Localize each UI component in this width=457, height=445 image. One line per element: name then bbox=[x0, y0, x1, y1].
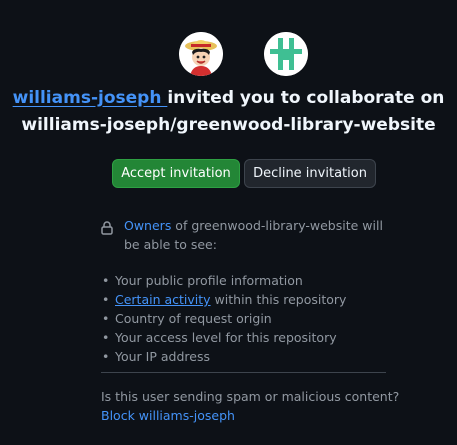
visibility-intro: Owners of greenwood-library-website will… bbox=[101, 216, 391, 254]
avatar-row bbox=[0, 32, 457, 78]
invitation-headline: williams-joseph invited you to collabora… bbox=[0, 85, 457, 139]
certain-activity-link[interactable]: Certain activity bbox=[115, 292, 211, 307]
list-item: Your access level for this repository bbox=[101, 328, 391, 347]
identicon-hash-green-icon bbox=[264, 32, 308, 76]
divider bbox=[101, 372, 386, 373]
list-item-text: Your access level for this repository bbox=[115, 330, 337, 345]
spam-question: Is this user sending spam or malicious c… bbox=[101, 389, 400, 404]
list-item-text: within this repository bbox=[210, 292, 347, 307]
decline-invitation-button[interactable]: Decline invitation bbox=[244, 159, 376, 188]
list-item: Certain activity within this repository bbox=[101, 290, 391, 309]
list-item: Country of request origin bbox=[101, 309, 391, 328]
invitation-text: invited you to collaborate on bbox=[167, 88, 445, 108]
visibility-list: Your public profile information Certain … bbox=[101, 271, 391, 366]
list-item-text: Your IP address bbox=[115, 349, 210, 364]
visibility-info: Owners of greenwood-library-website will… bbox=[101, 216, 391, 366]
list-item: Your public profile information bbox=[101, 271, 391, 290]
inviter-avatar[interactable] bbox=[179, 32, 223, 76]
list-item-text: Your public profile information bbox=[115, 273, 303, 288]
anime-pirate-avatar-icon bbox=[179, 32, 223, 76]
spam-report: Is this user sending spam or malicious c… bbox=[101, 387, 399, 425]
repository-full-name: williams-joseph/greenwood-library-websit… bbox=[21, 115, 436, 135]
owners-link[interactable]: Owners bbox=[124, 218, 171, 233]
list-item-text: Country of request origin bbox=[115, 311, 272, 326]
list-item: Your IP address bbox=[101, 347, 391, 366]
block-user-link[interactable]: Block williams-joseph bbox=[101, 406, 399, 425]
repository-avatar[interactable] bbox=[264, 32, 308, 76]
inviter-username-link[interactable]: williams-joseph bbox=[13, 88, 168, 108]
accept-invitation-button[interactable]: Accept invitation bbox=[112, 159, 240, 188]
lock-icon bbox=[101, 221, 113, 235]
